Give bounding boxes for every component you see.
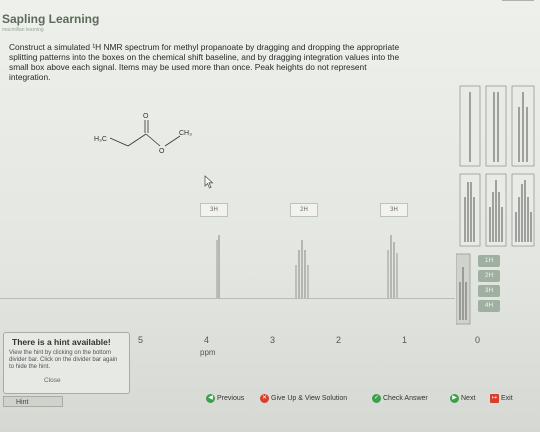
axis-tick: 3 [270,335,276,345]
palette-quintet[interactable] [485,173,507,247]
hint-body: View the hint by clicking on the bottom … [9,350,118,370]
integration-value-3h[interactable]: 3H [478,285,500,297]
exit-label: Exit [501,395,513,402]
next-button[interactable]: ▶ Next [450,394,475,403]
integration-value-2h[interactable]: 2H [478,270,500,282]
axis-tick: 0 [475,335,481,345]
question-line: small box above each signal. Items may b… [9,62,367,72]
axis-label: ppm [200,348,216,357]
palette-multiplet[interactable] [511,173,535,247]
previous-icon: ◀ [206,394,215,403]
palette-triplet[interactable] [511,85,535,167]
integration-value-4h[interactable]: 4H [478,300,500,312]
exit-button[interactable]: ↦ Exit [490,394,513,403]
axis-tick: 2 [336,335,342,345]
palette-doublet[interactable] [485,85,507,167]
axis-tick: 1 [402,335,408,345]
bond [164,135,181,147]
check-icon: ✓ [372,394,381,403]
hint-title: There is a hint available! [12,337,111,347]
palette-quartet[interactable] [459,173,481,247]
top-corner-tab[interactable] [502,0,534,1]
brand-logo: Sapling Learning [2,12,100,26]
bottom-navigation: ◀ Previous ✕ Give Up & View Solution ✓ C… [0,392,540,408]
give-up-icon: ✕ [260,394,269,403]
integration-values-palette: 1H 2H 3H 4H [478,255,500,315]
exit-icon: ↦ [490,394,499,403]
next-label: Next [461,395,476,402]
next-icon: ▶ [450,394,459,403]
palette-septet[interactable] [456,253,471,325]
carbonyl-oxygen: O [143,113,149,120]
bond [145,133,161,147]
nmr-spectrum-area[interactable] [0,195,455,330]
bond [127,133,147,147]
signal-peaks [216,235,398,298]
integration-value-1h[interactable]: 1H [478,255,500,267]
check-answer-button[interactable]: ✓ Check Answer [372,394,428,403]
previous-button[interactable]: ◀ Previous [206,394,244,403]
ester-oxygen: O [159,148,165,155]
header: Sapling Learning macmillan learning [0,10,540,38]
hint-popup: There is a hint available! View the hint… [3,332,130,394]
hint-close-button[interactable]: Close [44,377,61,384]
bond [109,137,129,147]
axis-tick: 5 [138,335,144,345]
mouse-cursor-icon [204,175,214,189]
question-line: integration. [9,72,51,82]
give-up-button[interactable]: ✕ Give Up & View Solution [260,394,347,403]
brand-subtitle: macmillan learning [2,27,44,33]
screen: Sapling Learning macmillan learning Cons… [0,0,540,432]
palette-singlet[interactable] [459,85,481,167]
molecule-right-group: CH₃ [179,130,192,137]
methyl-propanoate-structure: H₃C O O CH₃ [94,113,192,155]
check-answer-label: Check Answer [383,395,428,402]
question-line: splitting patterns into the boxes on the… [9,52,400,62]
previous-label: Previous [217,395,245,402]
question-line: Construct a simulated ¹H NMR spectrum fo… [9,42,400,52]
axis-tick: 4 [204,335,210,345]
give-up-label: Give Up & View Solution [271,395,348,402]
question-text: Construct a simulated ¹H NMR spectrum fo… [9,42,509,82]
molecule-left-group: H₃C [94,136,107,143]
